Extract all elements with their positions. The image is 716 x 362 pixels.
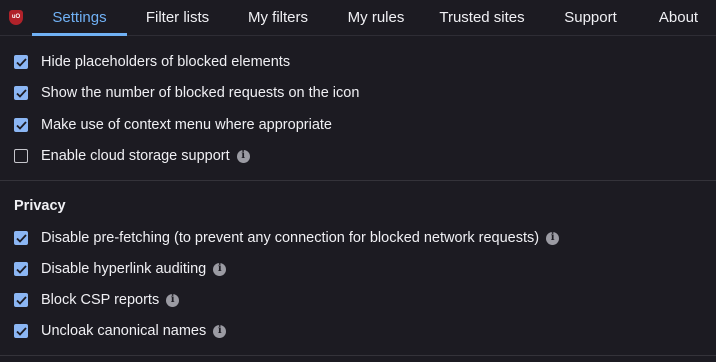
ublock-logo: uO bbox=[0, 0, 32, 36]
info-icon[interactable]: i bbox=[166, 293, 180, 307]
checkbox-checked[interactable] bbox=[14, 55, 28, 69]
option-disable-hyperlink-auditing[interactable]: Disable hyperlink auditing i bbox=[14, 259, 227, 279]
tab-about[interactable]: About bbox=[641, 0, 716, 35]
section-divider bbox=[0, 180, 716, 181]
option-show-blocked-count[interactable]: Show the number of blocked requests on t… bbox=[14, 83, 359, 103]
option-cloud-storage[interactable]: Enable cloud storage support i bbox=[14, 146, 250, 166]
tab-my-filters[interactable]: My filters bbox=[228, 0, 328, 35]
option-label: Uncloak canonical names bbox=[41, 323, 207, 339]
option-label: Disable hyperlink auditing bbox=[41, 261, 207, 277]
privacy-section-title: Privacy bbox=[14, 198, 66, 214]
tab-my-rules[interactable]: My rules bbox=[328, 0, 424, 35]
option-label: Enable cloud storage support bbox=[41, 148, 230, 164]
checkbox-unchecked[interactable] bbox=[14, 149, 28, 163]
option-disable-prefetching[interactable]: Disable pre-fetching (to prevent any con… bbox=[14, 228, 560, 248]
tab-bar: uO Settings Filter lists My filters My r… bbox=[0, 0, 716, 36]
tab-support[interactable]: Support bbox=[540, 0, 641, 35]
option-label: Make use of context menu where appropria… bbox=[41, 117, 332, 133]
tab-trusted-sites[interactable]: Trusted sites bbox=[424, 0, 540, 35]
option-label: Hide placeholders of blocked elements bbox=[41, 54, 291, 70]
checkbox-checked[interactable] bbox=[14, 293, 28, 307]
info-icon[interactable]: i bbox=[213, 324, 227, 338]
checkbox-checked[interactable] bbox=[14, 324, 28, 338]
option-block-csp-reports[interactable]: Block CSP reports i bbox=[14, 290, 180, 310]
checkbox-checked[interactable] bbox=[14, 231, 28, 245]
info-icon[interactable]: i bbox=[213, 262, 227, 276]
tab-settings[interactable]: Settings bbox=[32, 0, 127, 36]
checkbox-checked[interactable] bbox=[14, 262, 28, 276]
section-divider bbox=[0, 355, 716, 356]
option-hide-placeholders[interactable]: Hide placeholders of blocked elements bbox=[14, 52, 290, 72]
option-uncloak-canonical-names[interactable]: Uncloak canonical names i bbox=[14, 321, 227, 341]
checkbox-checked[interactable] bbox=[14, 86, 28, 100]
option-label: Show the number of blocked requests on t… bbox=[41, 85, 360, 101]
option-label: Block CSP reports bbox=[41, 292, 160, 308]
option-context-menu[interactable]: Make use of context menu where appropria… bbox=[14, 115, 332, 135]
info-icon[interactable]: i bbox=[546, 231, 560, 245]
info-icon[interactable]: i bbox=[236, 149, 250, 163]
shield-icon: uO bbox=[9, 9, 23, 25]
option-label: Disable pre-fetching (to prevent any con… bbox=[41, 230, 540, 246]
checkbox-checked[interactable] bbox=[14, 118, 28, 132]
tab-filter-lists[interactable]: Filter lists bbox=[127, 0, 228, 35]
